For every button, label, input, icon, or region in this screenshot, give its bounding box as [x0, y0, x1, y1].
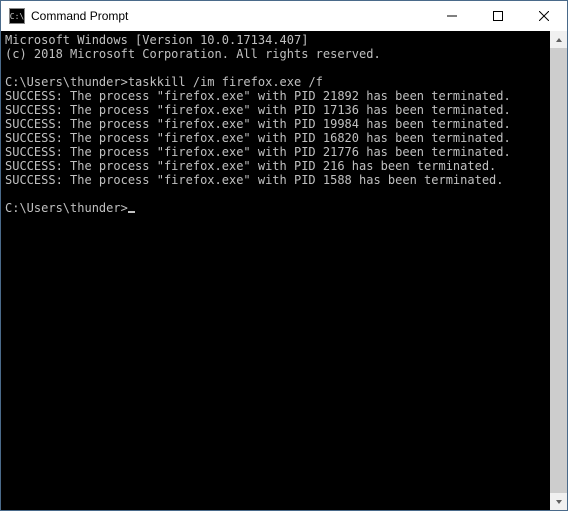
maximize-button[interactable]	[475, 1, 521, 31]
result-line: SUCCESS: The process "firefox.exe" with …	[5, 145, 511, 159]
scroll-up-button[interactable]	[550, 31, 567, 48]
result-line: SUCCESS: The process "firefox.exe" with …	[5, 173, 504, 187]
scrollbar-thumb[interactable]	[550, 48, 567, 493]
minimize-button[interactable]	[429, 1, 475, 31]
result-line: SUCCESS: The process "firefox.exe" with …	[5, 159, 496, 173]
client-area: Microsoft Windows [Version 10.0.17134.40…	[1, 31, 567, 510]
cmd-icon: C:\	[9, 8, 25, 24]
titlebar[interactable]: C:\ Command Prompt	[1, 1, 567, 31]
vertical-scrollbar[interactable]	[550, 31, 567, 510]
close-button[interactable]	[521, 1, 567, 31]
entered-command: taskkill /im firefox.exe /f	[128, 75, 323, 89]
scroll-down-button[interactable]	[550, 493, 567, 510]
command-prompt-window: C:\ Command Prompt Microsoft Windows [Ve…	[0, 0, 568, 511]
copyright-line: (c) 2018 Microsoft Corporation. All righ…	[5, 47, 381, 61]
scrollbar-track[interactable]	[550, 48, 567, 493]
result-line: SUCCESS: The process "firefox.exe" with …	[5, 103, 511, 117]
prompt-path: C:\Users\thunder>	[5, 201, 128, 215]
result-line: SUCCESS: The process "firefox.exe" with …	[5, 89, 511, 103]
result-line: SUCCESS: The process "firefox.exe" with …	[5, 117, 511, 131]
window-title: Command Prompt	[31, 1, 429, 31]
text-cursor	[128, 211, 135, 213]
window-controls	[429, 1, 567, 31]
result-line: SUCCESS: The process "firefox.exe" with …	[5, 131, 511, 145]
prompt-path: C:\Users\thunder>	[5, 75, 128, 89]
terminal-output[interactable]: Microsoft Windows [Version 10.0.17134.40…	[1, 31, 550, 510]
version-line: Microsoft Windows [Version 10.0.17134.40…	[5, 33, 308, 47]
